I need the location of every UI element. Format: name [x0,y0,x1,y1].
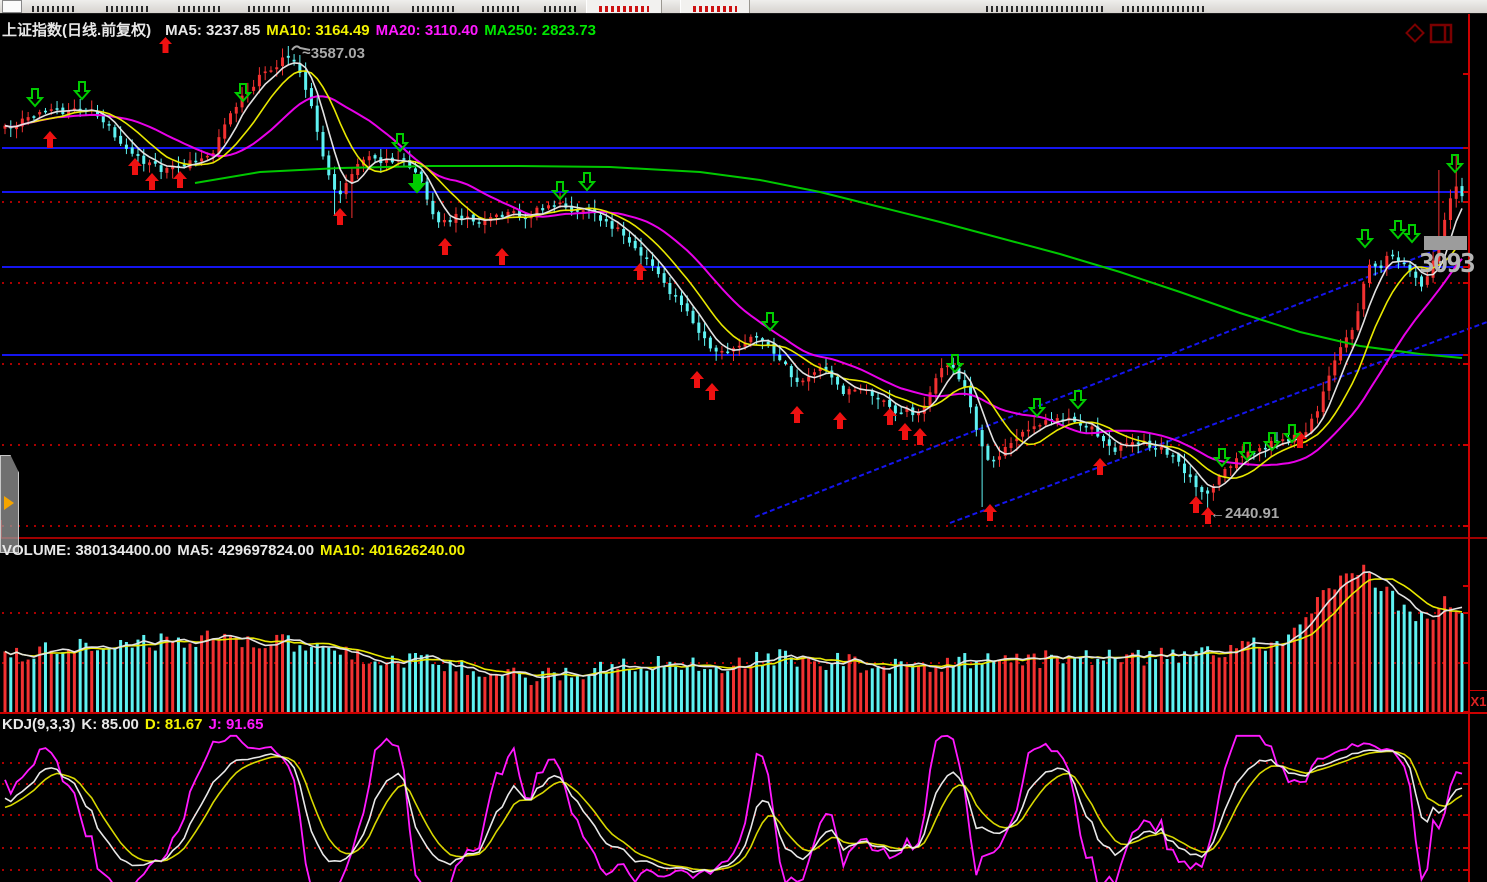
price-tag-box [1424,236,1467,250]
kdj-d-readout: D: 81.67 [145,716,203,733]
panel-expander[interactable] [0,455,19,553]
kdj-name: KDJ(9,3,3) [2,716,75,733]
current-price-label: 3093 [1419,249,1474,279]
kdj-legend: KDJ(9,3,3) K: 85.00 D: 81.67 J: 91.65 [2,716,270,733]
ma5-readout: MA5: 3237.85 [165,22,260,39]
menu-item[interactable] [312,6,390,12]
volume-ma5-readout: MA5: 429697824.00 [177,542,314,559]
expand-arrow-icon [4,496,14,510]
menu-item-red [599,6,649,12]
app-window: 上证指数(日线.前复权) MA5: 3237.85 MA10: 3164.49 MA2… [0,0,1487,882]
ma10-readout: MA10: 3164.49 [266,22,369,39]
menu-item-red [693,6,737,12]
main-chart-legend: 上证指数(日线.前复权) MA5: 3237.85 MA10: 3164.49 MA2… [2,19,602,40]
low-price-label: ←2440.91 [1210,505,1279,522]
volume-readout: VOLUME: 380134400.00 [2,542,171,559]
pane-corner-icons [1400,22,1460,48]
kdj-k-readout: K: 85.00 [81,716,139,733]
chart-area[interactable]: 上证指数(日线.前复权) MA5: 3237.85 MA10: 3164.49 MA2… [0,14,1487,882]
menu-button-highlight[interactable] [680,0,750,13]
menu-item[interactable] [32,6,76,12]
app-logo-icon[interactable] [2,0,22,13]
split-window-icon[interactable] [1431,25,1451,42]
ma250-readout: MA250: 2823.73 [484,22,596,39]
volume-legend: VOLUME: 380134400.00 MA5: 429697824.00 MA1… [2,542,471,559]
symbol-title: 上证指数(日线.前复权) [2,22,151,39]
menu-item[interactable] [248,6,292,12]
menu-item[interactable] [412,6,456,12]
menu-item[interactable] [178,6,222,12]
toolbar [0,0,1487,15]
menu-button-highlight[interactable] [586,0,662,13]
menu-item[interactable] [482,6,522,12]
kdj-j-readout: J: 91.65 [208,716,263,733]
ma20-readout: MA20: 3110.40 [376,22,479,39]
menu-item[interactable] [544,6,576,12]
menu-item[interactable] [1122,6,1204,12]
menu-item[interactable] [106,6,150,12]
volume-unit-label: X1 [1469,690,1487,714]
stock-chart-canvas[interactable] [0,14,1487,882]
peak-price-label: ~3587.03 [302,45,365,62]
volume-ma10-readout: MA10: 401626240.00 [320,542,465,559]
diamond-icon[interactable] [1407,25,1424,42]
menu-item[interactable] [986,6,1106,12]
